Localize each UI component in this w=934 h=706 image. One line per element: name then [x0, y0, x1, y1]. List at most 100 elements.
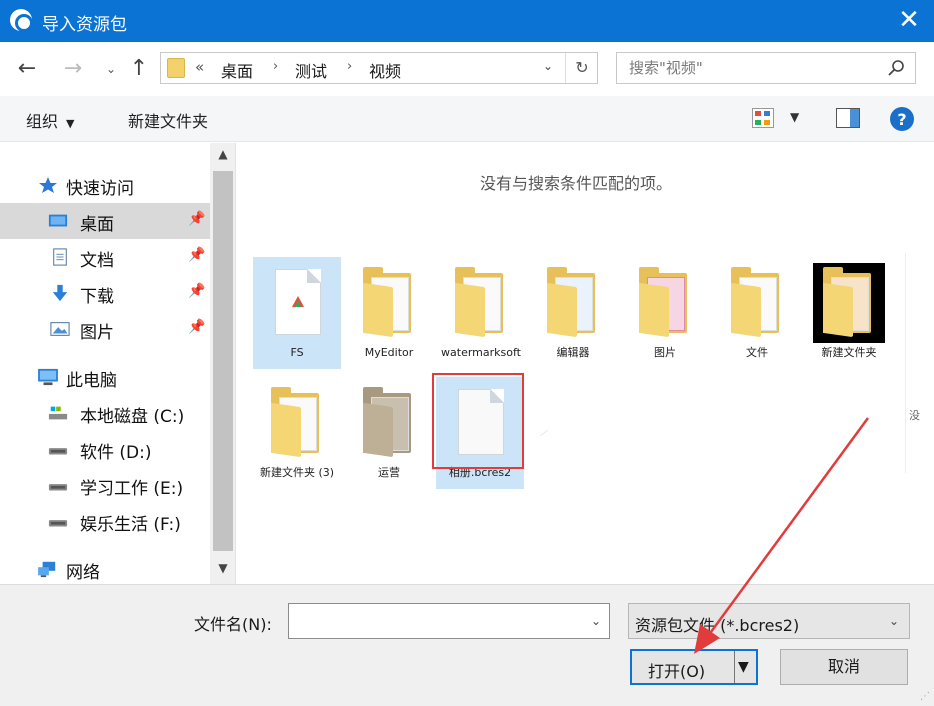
folder-item[interactable]: MyEditor [345, 257, 433, 369]
pin-icon[interactable]: 📌 [188, 319, 205, 335]
folder-name: 新建文件夹 (3) [259, 466, 335, 479]
pin-icon[interactable]: 📌 [188, 247, 205, 263]
sidebar-item-network[interactable]: 网络 [0, 551, 210, 584]
sidebar-item-documents[interactable]: 文档 📌 [0, 239, 210, 275]
sidebar-label: 本地磁盘 (C:) [80, 407, 185, 427]
pin-icon[interactable]: 📌 [188, 283, 205, 299]
command-toolbar: 组织 ▼ 新建文件夹 ▼ [0, 96, 934, 142]
cancel-button[interactable]: 取消 [780, 649, 908, 685]
sidebar-item-pictures[interactable]: 图片 📌 [0, 311, 210, 347]
sidebar-item-drive-d[interactable]: 软件 (D:) [0, 431, 210, 467]
breadcrumb-video[interactable]: 视频 [369, 58, 401, 82]
view-mode-icon[interactable] [752, 108, 774, 128]
window-title: 导入资源包 [42, 15, 127, 35]
breadcrumb-test[interactable]: 测试 [295, 58, 327, 82]
scroll-up-icon[interactable]: ▲ [210, 147, 235, 161]
folder-icon [813, 263, 885, 343]
pin-icon[interactable]: 📌 [188, 211, 205, 227]
resize-grip-icon[interactable]: ⋰ [920, 691, 930, 702]
file-dialog-footer: 文件名(N): ⌄ 资源包文件 (*.bcres2) ⌄ 打开(O) ▼ 取消 … [0, 584, 934, 706]
desktop-icon [48, 214, 68, 227]
caret-down-icon[interactable]: ▼ [738, 659, 749, 675]
address-bar[interactable]: « 桌面 › 测试 › 视频 ⌄ ↻ [160, 52, 598, 84]
preview-pane-icon[interactable] [836, 108, 860, 128]
search-icon[interactable] [887, 59, 905, 77]
folder-item[interactable]: 新建文件夹 (3) [253, 377, 341, 489]
sidebar-item-quick-access[interactable]: 快速访问 [0, 167, 210, 203]
truncated-edge-text: 没 [909, 409, 920, 422]
sidebar-item-drive-c[interactable]: 本地磁盘 (C:) [0, 395, 210, 431]
filetype-select[interactable]: 资源包文件 (*.bcres2) ⌄ [628, 603, 910, 639]
folder-icon [537, 263, 609, 343]
svg-text:?: ? [897, 110, 906, 129]
forward-arrow-icon[interactable]: → [60, 54, 86, 84]
search-input[interactable] [617, 53, 879, 83]
folder-name: watermarksoft [441, 346, 521, 359]
open-button[interactable]: 打开(O) ▼ [630, 649, 758, 685]
sidebar-scrollbar[interactable]: ▲ ▼ [210, 143, 235, 584]
hard-drive-icon [48, 448, 68, 455]
view-dropdown-icon[interactable]: ▼ [790, 110, 799, 124]
sidebar-item-drive-f[interactable]: 娱乐生活 (F:) [0, 503, 210, 539]
folder-icon [353, 263, 425, 343]
folder-item[interactable]: 文件 [713, 257, 801, 369]
folder-item[interactable]: 新建文件夹 [805, 257, 893, 369]
system-drive-icon [48, 406, 68, 420]
double-chevron-icon[interactable]: « [195, 58, 204, 76]
close-button[interactable]: ✕ [894, 6, 924, 36]
folder-icon [445, 263, 517, 343]
up-arrow-icon[interactable]: ↑ [126, 54, 152, 84]
filename-input[interactable] [289, 604, 579, 638]
folder-icon [629, 263, 701, 343]
folder-icon [353, 383, 425, 463]
address-row: ← → ⌄ ↑ « 桌面 › 测试 › 视频 ⌄ ↻ [0, 42, 934, 96]
folder-item[interactable]: 运营 [345, 377, 433, 489]
scrollbar-thumb[interactable] [213, 171, 233, 551]
refresh-icon[interactable]: ↻ [565, 53, 598, 83]
recent-locations-dropdown-icon[interactable]: ⌄ [98, 54, 124, 84]
sidebar-item-desktop[interactable]: 桌面 📌 [0, 203, 210, 239]
sidebar-item-drive-e[interactable]: 学习工作 (E:) [0, 467, 210, 503]
chevron-down-icon[interactable]: ⌄ [543, 59, 553, 73]
back-arrow-icon[interactable]: ← [14, 54, 40, 84]
star-icon [39, 177, 57, 193]
file-item[interactable]: FS [253, 257, 341, 369]
sidebar-label: 软件 (D:) [80, 443, 152, 463]
file-list-area[interactable]: 没有与搜索条件匹配的项。 没 FS MyEditor watermarksoft… [237, 143, 934, 584]
empty-results-message: 没有与搜索条件匹配的项。 [480, 174, 673, 193]
help-icon[interactable]: ? [889, 106, 915, 132]
filename-label: 文件名(N): [194, 615, 272, 634]
sidebar-label: 文档 [80, 251, 114, 271]
folder-name: 编辑器 [556, 346, 590, 359]
breadcrumb-desktop[interactable]: 桌面 [221, 58, 253, 82]
divider [734, 651, 735, 683]
open-button-label: 打开(O) [648, 662, 706, 681]
organize-button[interactable]: 组织 ▼ [26, 108, 74, 132]
folder-icon [721, 263, 793, 343]
document-thumbnail-icon [261, 263, 333, 343]
sidebar-item-downloads[interactable]: 下载 📌 [0, 275, 210, 311]
folder-name: 新建文件夹 [821, 346, 877, 359]
folder-icon [261, 383, 333, 463]
sidebar-item-this-pc[interactable]: 此电脑 [0, 359, 210, 395]
scroll-down-icon[interactable]: ▼ [210, 561, 235, 575]
sidebar-label: 图片 [80, 323, 114, 343]
document-icon [53, 248, 67, 266]
new-folder-button[interactable]: 新建文件夹 [128, 108, 208, 132]
search-box[interactable] [616, 52, 916, 84]
chevron-down-icon[interactable]: ⌄ [591, 614, 601, 628]
folder-item[interactable]: 编辑器 [529, 257, 617, 369]
annotation-highlight-box [432, 373, 524, 469]
hard-drive-icon [48, 484, 68, 491]
filename-combobox[interactable]: ⌄ [288, 603, 610, 639]
sidebar-label: 网络 [66, 563, 100, 583]
folder-item[interactable]: 图片 [621, 257, 709, 369]
file-name: FS [290, 346, 304, 359]
folder-item[interactable]: watermarksoft [437, 257, 525, 369]
chevron-right-icon[interactable]: › [347, 59, 352, 74]
caret-down-icon: ▼ [66, 117, 75, 130]
chevron-right-icon[interactable]: › [273, 59, 278, 74]
hard-drive-icon [48, 520, 68, 527]
chevron-down-icon[interactable]: ⌄ [889, 614, 899, 628]
folder-icon [167, 58, 185, 78]
